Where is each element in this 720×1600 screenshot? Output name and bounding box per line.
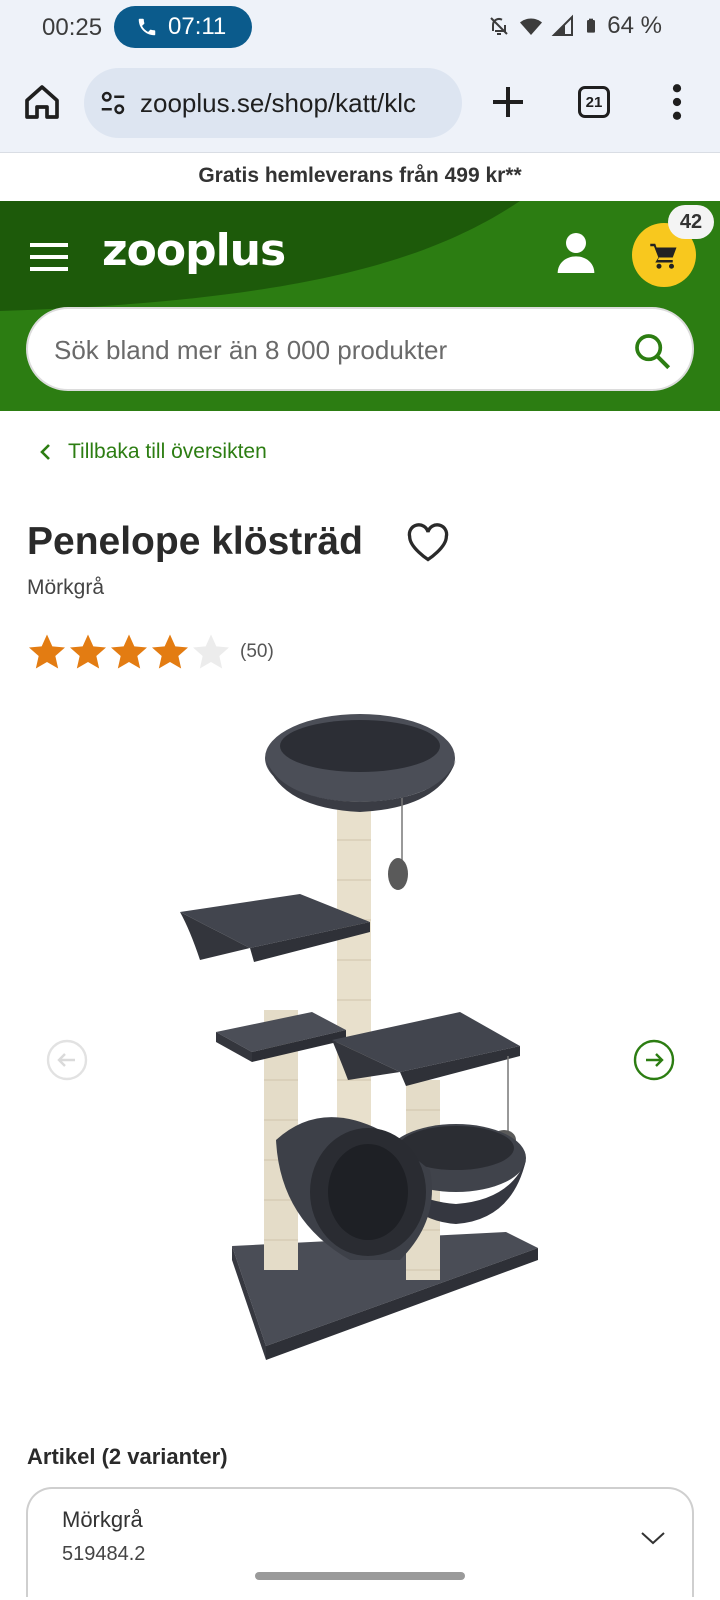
product-gallery [0,700,720,1380]
gallery-next-icon[interactable] [633,1039,675,1081]
cart-count-badge: 42 [668,205,714,239]
cart-icon [650,243,677,269]
gesture-nav-handle[interactable] [255,1572,465,1580]
address-bar[interactable]: zooplus.se/shop/katt/klc [84,68,462,138]
battery-percent: 64 % [607,12,662,39]
status-bar: 00:25 07:11 64 % [0,0,720,56]
phone-icon [138,18,156,36]
menu-icon[interactable] [28,239,70,275]
star-icon [152,634,188,669]
search-input[interactable] [54,329,614,371]
search-bar [26,307,694,391]
signal-icon [551,14,574,36]
heart-icon[interactable] [406,522,450,564]
new-tab-icon[interactable] [488,82,528,122]
rating-stars[interactable]: (50) [27,632,274,672]
search-icon[interactable] [632,331,672,371]
status-icons: 64 % [487,12,662,40]
gallery-prev-icon[interactable] [46,1039,88,1081]
wifi-icon [520,18,543,35]
selected-variant-code: 519484.2 [62,1543,146,1565]
account-icon[interactable] [556,231,596,275]
selected-variant-name: Mörkgrå [62,1507,143,1532]
product-title: Penelope klösträd [27,520,363,563]
star-icon [70,634,106,669]
home-icon[interactable] [22,82,62,122]
free-delivery-banner: Gratis hemleverans från 499 kr** [0,154,720,201]
call-duration: 07:11 [168,13,227,40]
site-settings-icon[interactable] [98,88,128,118]
browser-toolbar: zooplus.se/shop/katt/klc 21 [0,56,720,153]
battery-icon [587,18,596,33]
back-link-label: Tillbaka till översikten [68,440,267,463]
product-color: Mörkgrå [27,576,105,599]
star-icon [29,634,65,669]
cat-tree-image[interactable] [170,700,570,1380]
variant-dropdown[interactable]: Mörkgrå 519484.2 [26,1487,694,1597]
back-to-overview-link[interactable]: Tillbaka till översikten [36,440,267,464]
zooplus-logo[interactable]: zooplus [102,225,286,276]
more-options-icon[interactable] [660,80,694,124]
status-time: 00:25 [42,14,103,41]
url-text: zooplus.se/shop/katt/klc [140,87,417,118]
tab-switcher-button[interactable]: 21 [578,86,610,118]
site-header: zooplus 42 [0,201,720,411]
chevron-down-icon [641,1532,665,1545]
notifications-off-icon [490,17,509,35]
star-empty-icon [193,634,229,669]
variants-heading: Artikel (2 varianter) [27,1444,228,1469]
ongoing-call-chip[interactable]: 07:11 [114,6,252,48]
chevron-left-icon [40,444,50,460]
star-icon [111,634,147,669]
review-count: (50) [240,641,274,662]
